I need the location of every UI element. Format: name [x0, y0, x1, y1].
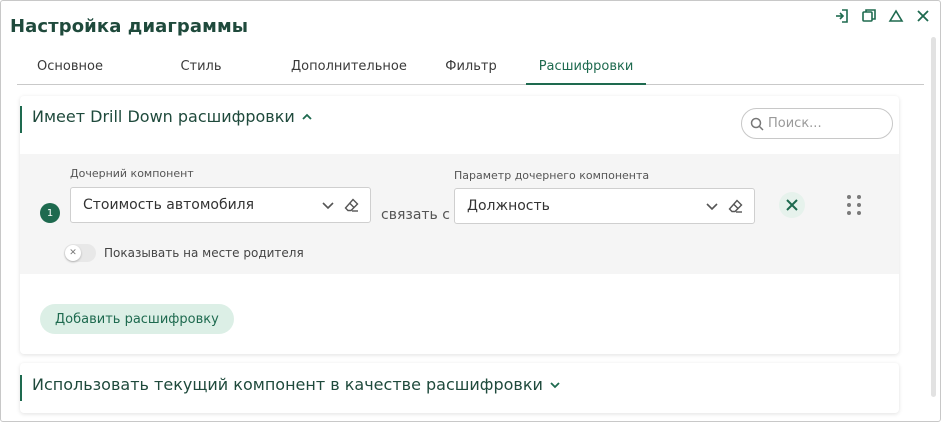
scrollbar-thumb[interactable]	[931, 37, 936, 397]
drilldown-section: Имеет Drill Down расшифровки Дочерний ко…	[20, 96, 899, 354]
child-component-label: Дочерний компонент	[70, 167, 194, 180]
search-box[interactable]	[741, 108, 893, 139]
window-controls	[833, 7, 932, 25]
child-param-label: Параметр дочернего компонента	[454, 169, 650, 182]
chevron-down-icon[interactable]	[704, 198, 720, 214]
child-param-value: Должность	[467, 198, 550, 214]
section-accent-bar	[20, 106, 22, 133]
child-component-value: Стоимость автомобиля	[83, 197, 255, 213]
tab-additional[interactable]: Дополнительное	[291, 49, 407, 85]
settings-window: Настройка диаграммы Основное Стиль оформ…	[0, 0, 941, 422]
eraser-icon[interactable]	[344, 197, 360, 213]
tab-main[interactable]: Основное	[37, 49, 103, 85]
use-current-title: Использовать текущий компонент в качеств…	[32, 375, 543, 394]
collapse-icon[interactable]	[887, 7, 905, 25]
chevron-up-icon	[302, 113, 312, 120]
search-input[interactable]	[768, 116, 888, 131]
add-drilldown-button[interactable]: Добавить расшифровку	[40, 304, 234, 334]
tab-bar: Основное Стиль оформления Дополнительное…	[17, 49, 924, 110]
drilldown-title: Имеет Drill Down расшифровки	[32, 107, 295, 126]
remove-row-button[interactable]	[779, 192, 805, 218]
connector-text: связать с	[381, 207, 450, 223]
chevron-down-icon[interactable]	[320, 197, 336, 213]
close-icon[interactable]	[914, 7, 932, 25]
drag-handle-icon[interactable]	[846, 192, 862, 218]
use-current-header[interactable]: Использовать текущий компонент в качеств…	[32, 375, 561, 394]
drilldown-row: Дочерний компонент Параметр дочернего ко…	[20, 154, 899, 274]
tab-filter[interactable]: Фильтр	[445, 49, 497, 85]
eraser-icon[interactable]	[728, 198, 744, 214]
drilldown-header[interactable]: Имеет Drill Down расшифровки	[32, 107, 313, 126]
child-component-select[interactable]: Стоимость автомобиля	[70, 187, 371, 223]
child-param-select[interactable]: Должность	[454, 188, 755, 224]
show-in-parent-toggle[interactable]: ✕	[64, 244, 96, 262]
restore-icon[interactable]	[860, 7, 878, 25]
chevron-down-icon	[550, 381, 560, 388]
row-number-badge: 1	[40, 203, 60, 223]
show-in-parent-label: Показывать на месте родителя	[104, 246, 304, 260]
window-title: Настройка диаграммы	[10, 16, 249, 37]
login-icon[interactable]	[833, 7, 851, 25]
close-icon	[786, 199, 798, 211]
tab-style[interactable]: Стиль оформления	[138, 49, 264, 110]
search-icon	[750, 117, 764, 131]
toggle-off-icon: ✕	[65, 245, 81, 261]
tab-drilldowns[interactable]: Расшифровки	[526, 49, 646, 85]
scrollbar[interactable]	[931, 37, 937, 407]
use-current-section: Использовать текущий компонент в качеств…	[20, 363, 899, 413]
section-accent-bar	[20, 375, 22, 401]
